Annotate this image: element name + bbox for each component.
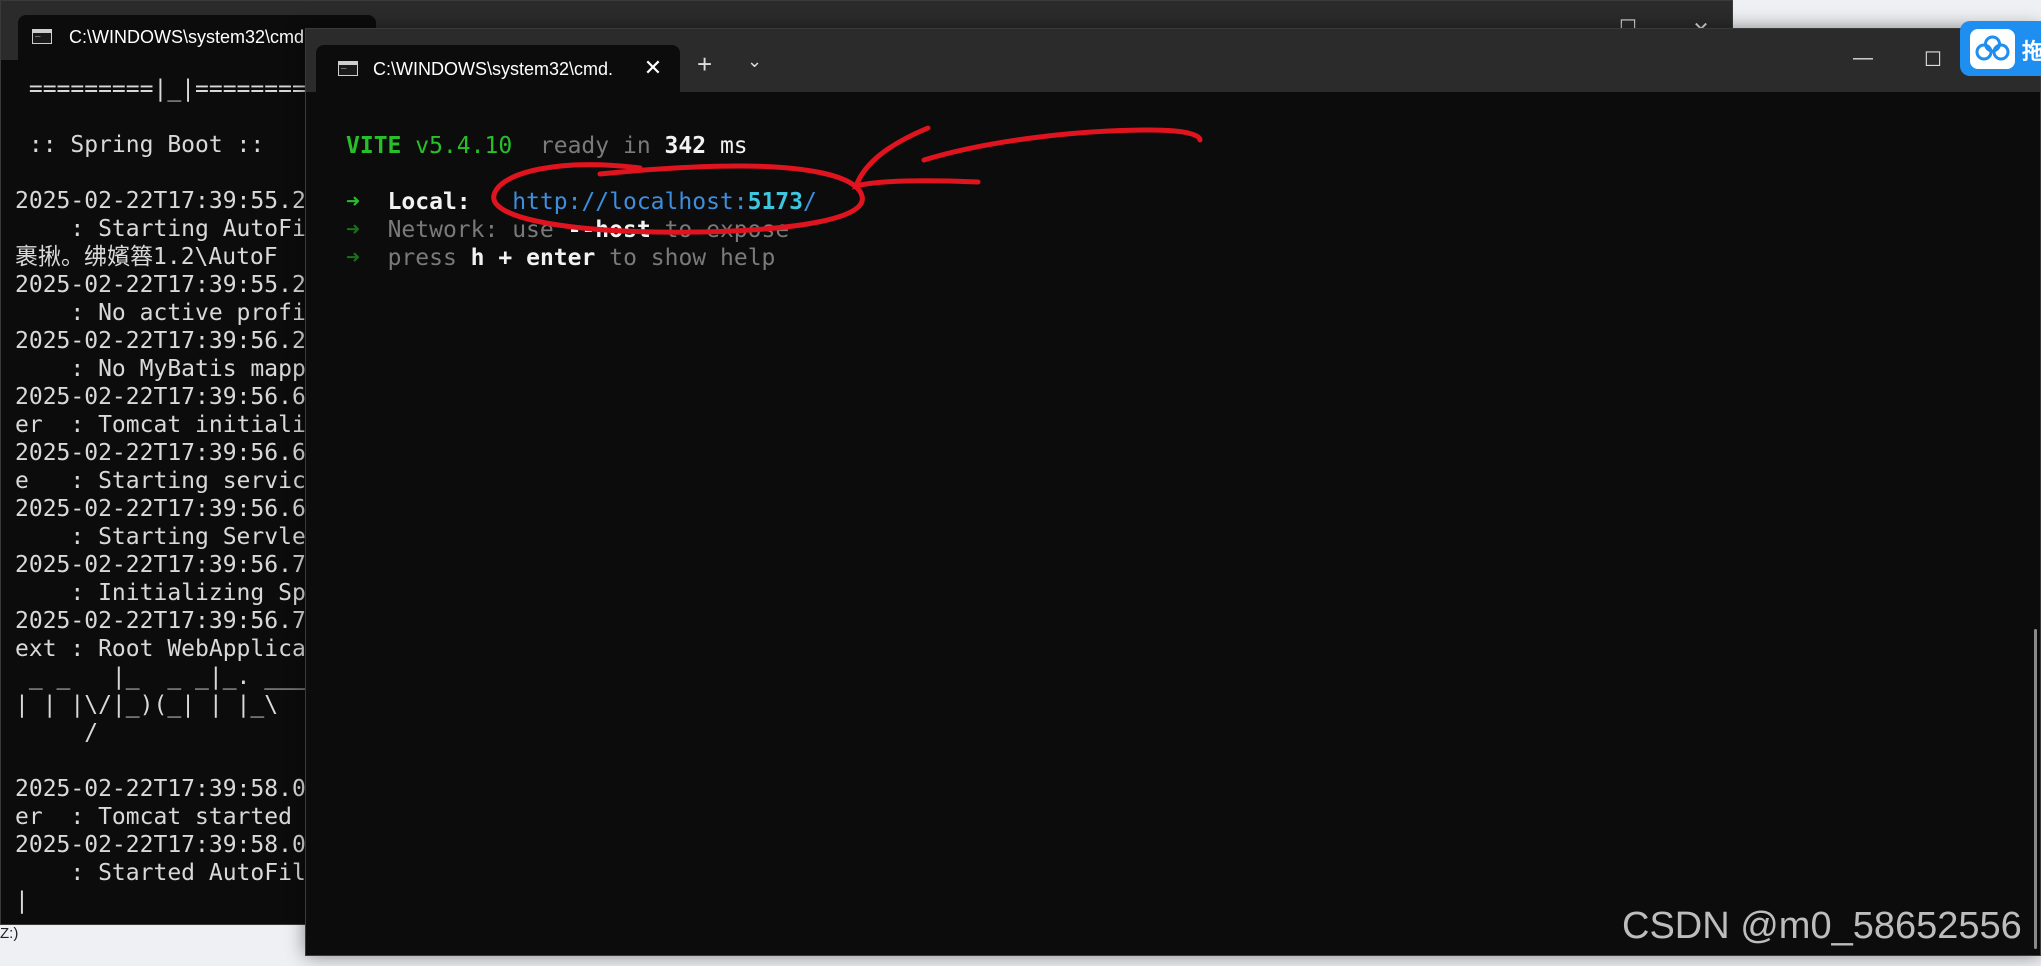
- foreground-terminal-window[interactable]: C:\WINDOWS\system32\cmd. ✕ + ⌄ — ☐ VITE …: [305, 28, 2041, 956]
- background-text-fragment: Z:): [0, 925, 19, 942]
- vite-name: VITE: [346, 133, 402, 159]
- ready-text: ready in: [539, 133, 651, 159]
- minimize-button[interactable]: —: [1843, 47, 1883, 70]
- foreground-tab[interactable]: C:\WINDOWS\system32\cmd. ✕: [316, 45, 680, 92]
- network-line: ➜ Network: use --host to expose: [346, 217, 790, 243]
- local-url-link[interactable]: http://localhost:5173/: [512, 189, 817, 215]
- new-tab-button[interactable]: +: [697, 49, 712, 80]
- cloud-app-widget[interactable]: 拖: [1960, 21, 2041, 76]
- network-label: Network:: [387, 217, 499, 243]
- key-h: h: [470, 245, 485, 271]
- host-flag: --host: [567, 217, 651, 243]
- cmd-icon: [338, 60, 358, 76]
- local-url-line: ➜ Local: http://localhost:5173/: [346, 187, 817, 217]
- cmd-icon: [32, 28, 52, 44]
- key-enter: enter: [526, 245, 596, 271]
- background-tab-title: C:\WINDOWS\system32\cmd.: [69, 27, 310, 47]
- csdn-watermark: CSDN @m0_58652556: [1622, 905, 2022, 947]
- tab-dropdown-chevron-icon[interactable]: ⌄: [747, 51, 762, 72]
- ready-ms-unit: ms: [719, 133, 748, 159]
- scrollbar[interactable]: [2034, 629, 2037, 949]
- vite-ready-line: VITE v5.4.10 ready in 342 ms: [346, 131, 748, 161]
- tab-close-icon[interactable]: ✕: [638, 55, 668, 81]
- ready-ms-value: 342: [664, 133, 707, 159]
- cloud-widget-label: 拖: [2022, 39, 2041, 64]
- foreground-tab-title: C:\WINDOWS\system32\cmd.: [373, 59, 614, 79]
- local-label: Local:: [387, 189, 471, 215]
- arrow-icon: ➜: [346, 217, 360, 243]
- help-line: ➜ press h + enter to show help: [346, 245, 776, 271]
- maximize-button[interactable]: ☐: [1913, 47, 1953, 72]
- arrow-icon: ➜: [346, 189, 360, 215]
- vite-version: v5.4.10: [415, 133, 513, 159]
- arrow-icon: ➜: [346, 245, 360, 271]
- cloud-icon: [1970, 29, 2015, 69]
- foreground-titlebar[interactable]: C:\WINDOWS\system32\cmd. ✕ + ⌄ — ☐: [306, 29, 2040, 92]
